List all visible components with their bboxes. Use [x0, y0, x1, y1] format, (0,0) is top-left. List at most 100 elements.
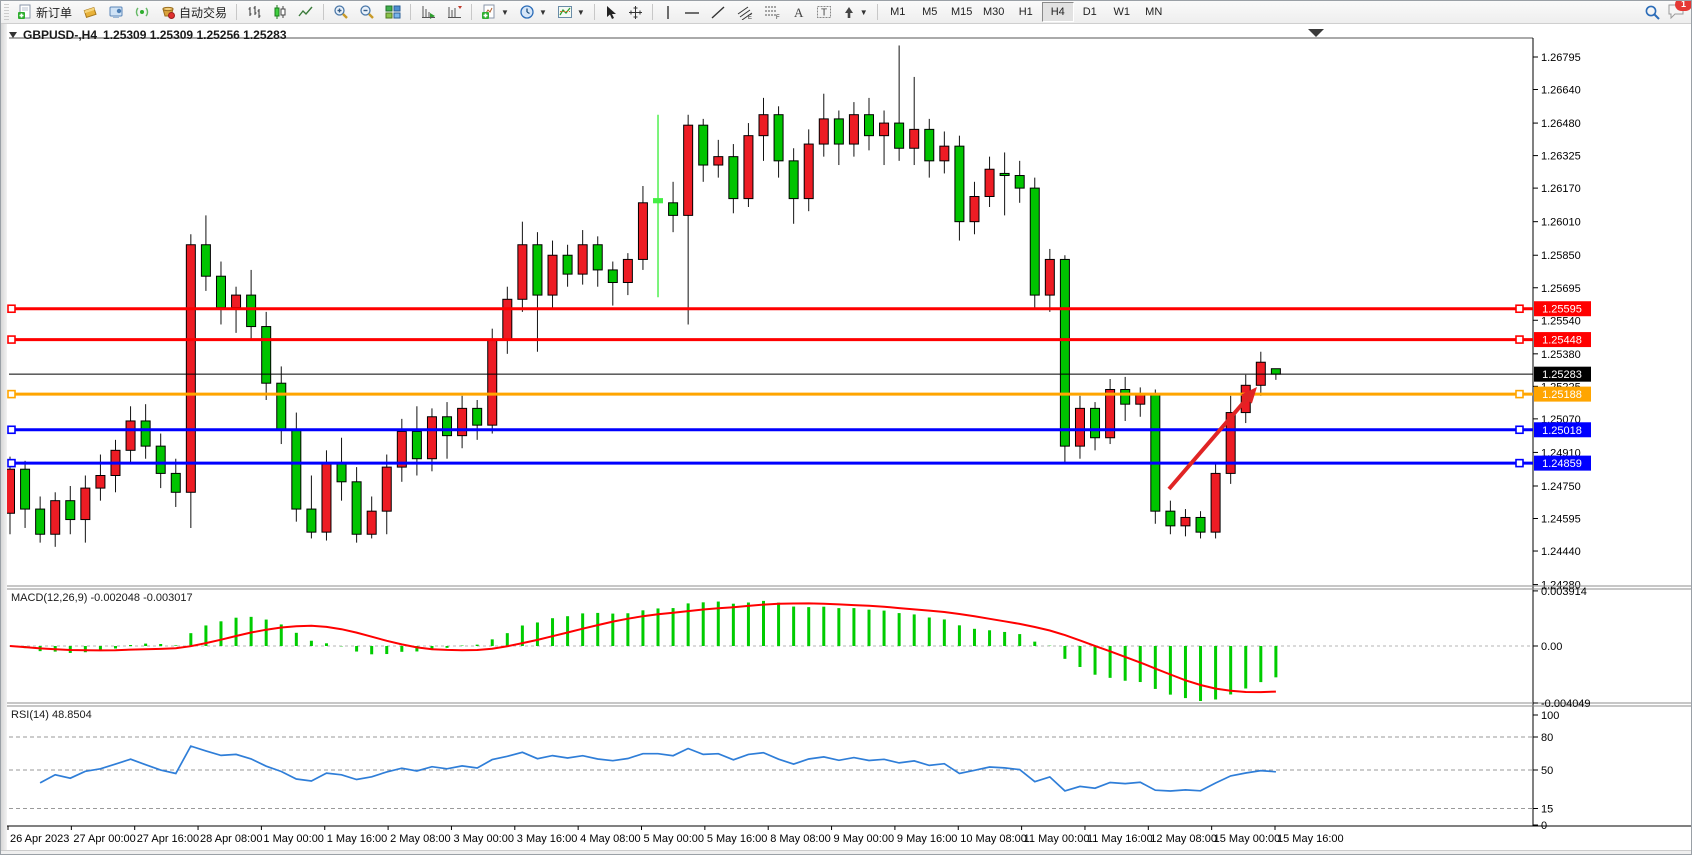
rsi-axis-label: 15 [1541, 804, 1553, 816]
candle-body [352, 482, 361, 534]
line-handle[interactable] [8, 460, 15, 467]
price-tick-label: 1.26640 [1541, 85, 1581, 97]
timeframe-label: M1 [890, 6, 905, 18]
candle-body [443, 417, 452, 436]
candle-body [1211, 473, 1220, 532]
cursor-icon [604, 5, 618, 20]
crosshair-tool-button[interactable] [623, 1, 648, 23]
fibonacci-icon: F [764, 4, 782, 20]
candle-body [81, 488, 90, 519]
candle-body [367, 511, 376, 534]
rsi-pane-label: RSI(14) 48.8504 [11, 709, 92, 721]
rsi-indicator-name: RSI(14) [11, 709, 49, 721]
price-label-text: 1.25448 [1542, 335, 1582, 347]
cursor-tool-button[interactable] [599, 1, 623, 23]
trendline-tool-button[interactable] [705, 1, 731, 23]
line-handle[interactable] [8, 305, 15, 312]
fibonacci-tool-button[interactable]: F [759, 1, 787, 23]
toolbar-separator [877, 4, 878, 20]
chart-shift-marker[interactable] [1308, 29, 1324, 37]
line-handle[interactable] [1516, 305, 1523, 312]
timeframe-m5-button[interactable]: M5 [914, 2, 946, 22]
macd-pane-label: MACD(12,26,9) -0.002048 -0.003017 [11, 592, 193, 604]
price-label-text: 1.25283 [1542, 369, 1582, 381]
timeframe-d1-button[interactable]: D1 [1074, 2, 1106, 22]
equidistant-channel-tool-button[interactable]: E [731, 1, 759, 23]
arrows-tool-button[interactable]: ▼ [837, 1, 873, 23]
zoom-in-button[interactable] [328, 1, 354, 23]
chart-shift-icon [446, 4, 462, 20]
macd-indicator-values: -0.002048 -0.003017 [90, 592, 192, 604]
text-label-tool-button[interactable]: T [811, 1, 837, 23]
price-tick-label: 1.24440 [1541, 546, 1581, 558]
chart-canvas[interactable]: 1.267951.266401.264801.263251.261701.260… [1, 1, 1692, 855]
candle-body [910, 129, 919, 148]
candle-body [638, 203, 647, 260]
line-handle[interactable] [1516, 391, 1523, 398]
line-handle[interactable] [1516, 336, 1523, 343]
clock-icon [519, 4, 535, 20]
periods-button[interactable]: ▼ [514, 1, 552, 23]
candle-body [940, 146, 949, 161]
candle-body [141, 421, 150, 446]
notifications-button[interactable]: 1 [1667, 3, 1685, 22]
toolbar-grip[interactable] [4, 4, 9, 20]
bar-chart-mode-button[interactable] [241, 1, 267, 23]
timeframe-label: MN [1145, 6, 1162, 18]
vertical-line-tool-button[interactable] [657, 1, 679, 23]
timeframe-label: D1 [1083, 6, 1097, 18]
line-chart-mode-button[interactable] [293, 1, 319, 23]
one-click-trading-collapse-icon[interactable] [9, 32, 17, 38]
timeframe-mn-button[interactable]: MN [1138, 2, 1170, 22]
text-tool-button[interactable]: A [787, 1, 811, 23]
line-handle[interactable] [8, 336, 15, 343]
candle-body [774, 115, 783, 161]
candle-body [232, 295, 241, 308]
channel-icon: E [736, 4, 754, 20]
time-tick-label: 1 May 16:00 [327, 833, 388, 845]
timeframe-w1-button[interactable]: W1 [1106, 2, 1138, 22]
chart-ohlc-values: 1.25309 1.25309 1.25256 1.25283 [103, 28, 287, 42]
search-icon[interactable] [1644, 4, 1661, 21]
candle-body [1196, 517, 1205, 532]
macd-indicator-name: MACD(12,26,9) [11, 592, 87, 604]
time-tick-label: 9 May 16:00 [897, 833, 958, 845]
templates-button[interactable]: ▼ [552, 1, 590, 23]
market-watch-button[interactable] [77, 1, 103, 23]
timeframe-h4-button[interactable]: H4 [1042, 2, 1074, 22]
line-handle[interactable] [8, 391, 15, 398]
chart-symbol-period: GBPUSD-,H4 [23, 28, 97, 42]
timeframe-m15-button[interactable]: M15 [946, 2, 978, 22]
line-handle[interactable] [1516, 460, 1523, 467]
indicators-icon [481, 4, 497, 20]
zoom-out-button[interactable] [354, 1, 380, 23]
autotrading-label: 自动交易 [179, 4, 227, 21]
svg-text:E: E [748, 15, 752, 20]
candle-body [729, 157, 738, 199]
indicators-button[interactable]: ▼ [476, 1, 514, 23]
tile-windows-button[interactable] [380, 1, 406, 23]
price-tick-label: 1.26480 [1541, 118, 1581, 130]
autotrading-button[interactable]: 自动交易 [155, 1, 232, 23]
dropdown-caret-icon: ▼ [577, 8, 585, 17]
time-tick-label: 4 May 08:00 [580, 833, 641, 845]
toolbar-separator [323, 4, 324, 20]
timeframe-m1-button[interactable]: M1 [882, 2, 914, 22]
candle-body [488, 339, 497, 425]
new-order-button[interactable]: 新订单 [12, 1, 77, 23]
auto-scroll-button[interactable] [415, 1, 441, 23]
candle-body [322, 463, 331, 532]
timeframe-m30-button[interactable]: M30 [978, 2, 1010, 22]
trendline-icon [710, 5, 726, 20]
timeframe-h1-button[interactable]: H1 [1010, 2, 1042, 22]
line-handle[interactable] [8, 426, 15, 433]
line-handle[interactable] [1516, 426, 1523, 433]
macd-signal-line [10, 603, 1276, 692]
candlestick-mode-button[interactable] [267, 1, 293, 23]
horizontal-line-tool-button[interactable] [679, 1, 705, 23]
chart-shift-button[interactable] [441, 1, 467, 23]
data-window-button[interactable] [103, 1, 129, 23]
candle-body [819, 119, 828, 144]
signals-button[interactable] [129, 1, 155, 23]
candle-body [669, 203, 678, 216]
